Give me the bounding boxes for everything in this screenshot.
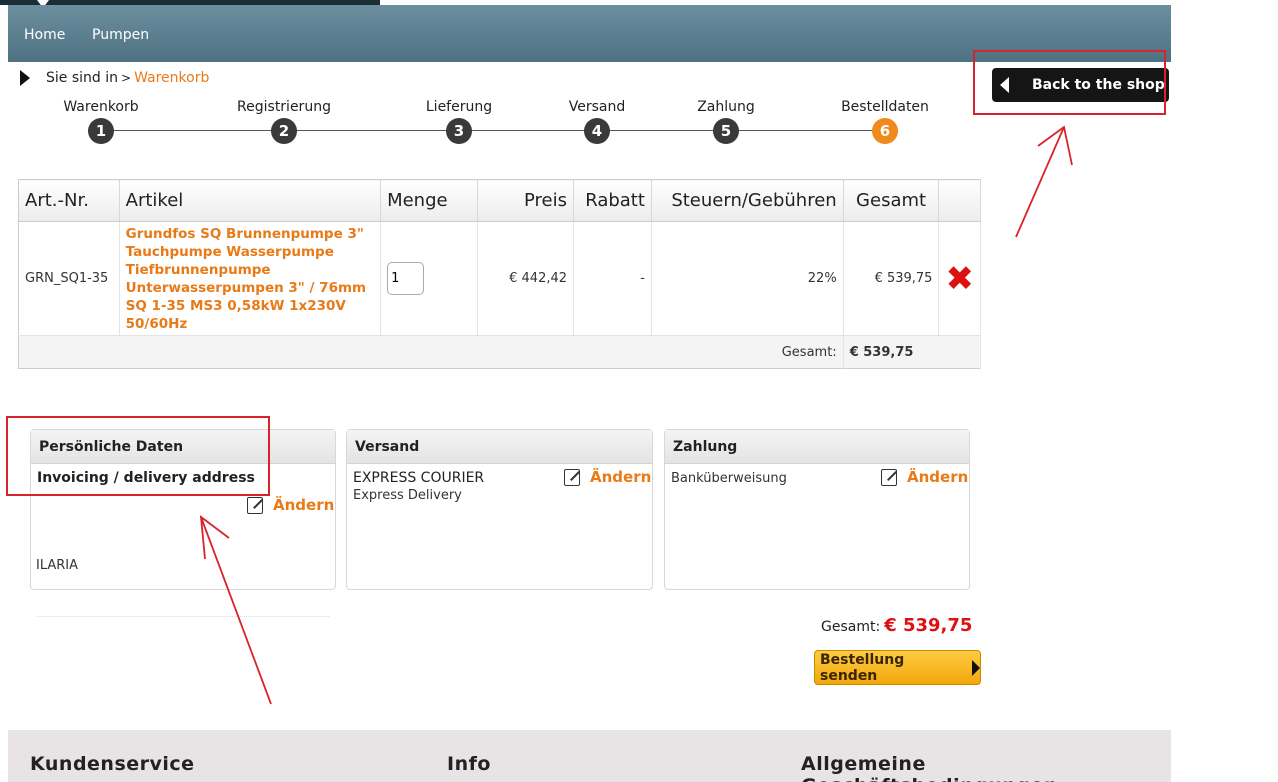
- main-navigation: Home Pumpen: [8, 5, 1171, 62]
- step-label: Bestelldaten: [841, 99, 929, 115]
- annotation-arrow-back-button: [1015, 126, 1065, 238]
- edit-icon: [564, 468, 580, 486]
- delete-cell: ✖: [938, 221, 981, 336]
- submit-order-button[interactable]: Bestellung senden: [814, 650, 981, 685]
- quantity-cell: [380, 221, 478, 336]
- step-number: 3: [446, 118, 472, 144]
- footer-link-kundenservice[interactable]: Kundenservice: [30, 753, 195, 775]
- edit-icon: [881, 468, 897, 486]
- breadcrumb: Sie sind in > Warenkorb: [20, 70, 209, 86]
- delete-item-icon[interactable]: ✖: [945, 259, 974, 299]
- step-lieferung[interactable]: Lieferung 3: [394, 98, 524, 144]
- step-zahlung[interactable]: Zahlung 5: [661, 98, 791, 144]
- step-number: 4: [584, 118, 610, 144]
- breadcrumb-arrow-icon: [20, 70, 30, 86]
- step-label: Lieferung: [425, 99, 493, 115]
- order-total-label: Gesamt:: [821, 619, 881, 635]
- panel-title: Persönliche Daten: [31, 430, 335, 464]
- back-to-shop-label: Back to the shop: [1032, 77, 1165, 93]
- payment-panel: Zahlung Banküberweisung Ändern: [664, 429, 970, 590]
- footer-link-agb[interactable]: Allgemeine Geschäftsbedingungen: [801, 753, 1171, 782]
- col-header-gesamt: Gesamt: [843, 179, 940, 222]
- arrow-right-icon: [972, 659, 980, 676]
- footer-link-info[interactable]: Info: [447, 753, 491, 775]
- col-header-art-nr: Art.-Nr.: [18, 179, 120, 222]
- breadcrumb-current-link[interactable]: Warenkorb: [134, 70, 209, 86]
- submit-order-label: Bestellung senden: [820, 651, 905, 684]
- col-header-artikel: Artikel: [119, 179, 382, 222]
- item-price: € 442,42: [477, 221, 575, 336]
- step-number: 2: [271, 118, 297, 144]
- item-tax: 22%: [651, 221, 844, 336]
- step-warenkorb[interactable]: Warenkorb 1: [36, 98, 166, 144]
- back-arrow-icon: [1000, 77, 1009, 93]
- breadcrumb-separator: >: [121, 71, 132, 85]
- step-label: Zahlung: [697, 99, 755, 115]
- col-header-menge: Menge: [380, 179, 478, 222]
- edit-label: Ändern: [273, 496, 335, 514]
- shipping-detail: Express Delivery: [353, 488, 462, 503]
- customer-name: ILARIA: [36, 558, 79, 573]
- address-subtitle: Invoicing / delivery address: [37, 470, 255, 486]
- step-number: 1: [88, 118, 114, 144]
- step-label: Warenkorb: [63, 99, 139, 115]
- shipping-panel: Versand EXPRESS COURIER Express Delivery…: [346, 429, 653, 590]
- item-art-nr: GRN_SQ1-35: [18, 221, 120, 336]
- personal-data-panel: Persönliche Daten Invoicing / delivery a…: [30, 429, 336, 617]
- edit-payment-link[interactable]: Ändern: [881, 468, 968, 486]
- nav-pumpen-link[interactable]: Pumpen: [92, 27, 149, 43]
- panel-title: Zahlung: [665, 430, 969, 464]
- panel-title: Versand: [347, 430, 652, 464]
- col-header-actions: [938, 179, 981, 222]
- annotation-arrowhead-back-button: [1037, 125, 1073, 166]
- breadcrumb-prefix: Sie sind in: [46, 70, 118, 86]
- edit-personal-data-link[interactable]: Ändern: [247, 496, 334, 514]
- col-header-rabatt: Rabatt: [573, 179, 652, 222]
- step-bestelldaten[interactable]: Bestelldaten 6: [820, 98, 950, 144]
- divider: [36, 616, 329, 617]
- cart-header-row: Art.-Nr. Artikel Menge Preis Rabatt Steu…: [18, 179, 981, 222]
- cart-total-value: € 539,75: [843, 335, 982, 369]
- item-total: € 539,75: [843, 221, 940, 336]
- edit-label: Ändern: [907, 468, 969, 486]
- panel-body: EXPRESS COURIER Express Delivery Ändern: [347, 464, 652, 509]
- panel-body: Banküberweisung Ändern: [665, 464, 969, 492]
- edit-icon: [247, 496, 263, 514]
- cart-table: Art.-Nr. Artikel Menge Preis Rabatt Steu…: [18, 179, 982, 369]
- step-number: 6: [872, 118, 898, 144]
- order-total-summary: Gesamt: € 539,75: [821, 615, 972, 636]
- step-registrierung[interactable]: Registrierung 2: [219, 98, 349, 144]
- step-label: Versand: [568, 99, 626, 115]
- back-to-shop-button[interactable]: Back to the shop: [992, 68, 1169, 102]
- step-number: 5: [713, 118, 739, 144]
- item-discount: -: [573, 221, 652, 336]
- nav-home-link[interactable]: Home: [24, 27, 65, 43]
- col-header-steuern: Steuern/Gebühren: [651, 179, 844, 222]
- cart-total-label: Gesamt:: [18, 335, 844, 369]
- edit-shipping-link[interactable]: Ändern: [564, 468, 651, 486]
- col-header-preis: Preis: [477, 179, 575, 222]
- step-label: Registrierung: [237, 99, 331, 115]
- cart-total-row: Gesamt: € 539,75: [18, 335, 982, 369]
- edit-label: Ändern: [590, 468, 652, 486]
- item-name-link[interactable]: Grundfos SQ Brunnenpumpe 3" Tauchpumpe W…: [126, 226, 366, 332]
- item-cell: Grundfos SQ Brunnenpumpe 3" Tauchpumpe W…: [119, 221, 382, 336]
- footer: Kundenservice Info Allgemeine Geschäftsb…: [8, 730, 1171, 782]
- panel-body: Invoicing / delivery address Ändern ILAR…: [31, 464, 335, 617]
- table-row: GRN_SQ1-35 Grundfos SQ Brunnenpumpe 3" T…: [18, 221, 981, 336]
- order-total-value: € 539,75: [884, 615, 973, 636]
- step-versand[interactable]: Versand 4: [532, 98, 662, 144]
- quantity-input[interactable]: [387, 262, 425, 295]
